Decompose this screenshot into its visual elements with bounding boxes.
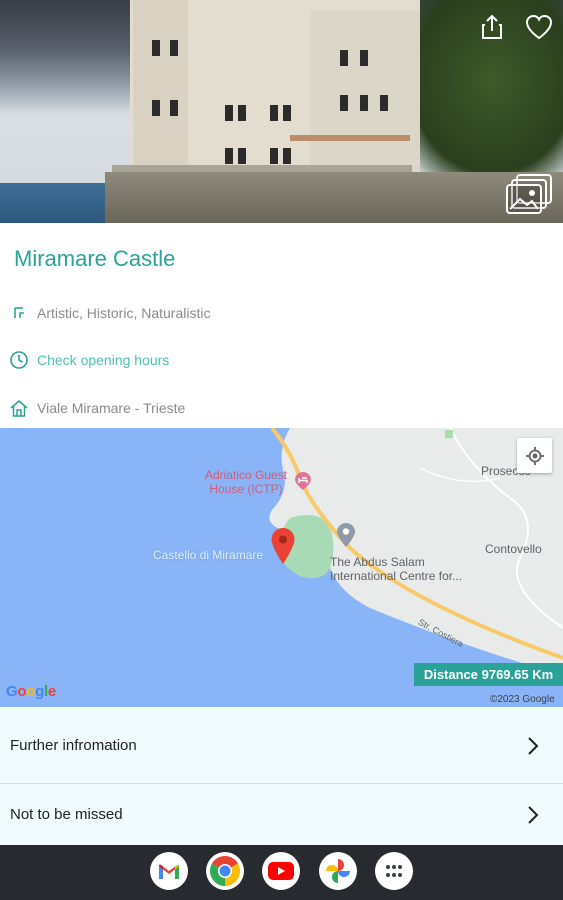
- share-icon: [482, 14, 502, 39]
- poi-pin-icon[interactable]: [337, 523, 355, 547]
- photos-app-icon[interactable]: [319, 852, 357, 890]
- chevron-right-icon: [513, 795, 553, 835]
- terrace: [290, 135, 410, 141]
- castle-window: [152, 100, 160, 116]
- heart-outline-icon: [525, 14, 553, 40]
- castle-window: [340, 50, 348, 66]
- not-to-be-missed-label: Not to be missed: [10, 806, 123, 823]
- place-title: Miramare Castle: [14, 246, 176, 271]
- app-drawer-icon[interactable]: [375, 852, 413, 890]
- further-information-row[interactable]: Further infromation: [0, 708, 563, 784]
- distance-badge: Distance 9769.65 Km: [414, 663, 563, 686]
- clock-icon: [8, 349, 30, 371]
- favorite-button[interactable]: [522, 10, 556, 44]
- hero-image[interactable]: [0, 0, 563, 223]
- castle-window: [340, 95, 348, 111]
- map-label-castello: Castello di Miramare: [153, 548, 264, 562]
- castle-window: [152, 40, 160, 56]
- chevron-right-icon: [513, 726, 553, 766]
- address-row: Viale Miramare - Trieste: [8, 396, 185, 420]
- green-patch: [445, 430, 453, 438]
- castle-window: [225, 148, 233, 164]
- map-label-contovello: Contovello: [485, 542, 542, 556]
- castle-tower: [133, 0, 188, 172]
- tag-icon: [8, 302, 30, 324]
- castle-window: [238, 105, 246, 121]
- castle-window: [270, 105, 278, 121]
- my-location-button[interactable]: [517, 438, 552, 473]
- address-text: Viale Miramare - Trieste: [37, 400, 186, 416]
- photo-gallery-icon: [506, 174, 552, 214]
- castle-wing: [310, 10, 420, 172]
- home-icon: [8, 397, 30, 419]
- crosshair-icon: [525, 446, 544, 465]
- categories-text: Artistic, Historic, Naturalistic: [37, 305, 211, 321]
- categories-row: Artistic, Historic, Naturalistic: [8, 301, 210, 325]
- opening-hours-link[interactable]: Check opening hours: [37, 352, 169, 368]
- youtube-app-icon[interactable]: [262, 852, 300, 890]
- gmail-app-icon[interactable]: [150, 852, 188, 890]
- map-label-guest-house[interactable]: Adriatico Guest House (ICTP): [203, 468, 289, 496]
- castle-window: [283, 105, 291, 121]
- castle-window: [170, 40, 178, 56]
- map-copyright: ©2023 Google: [490, 694, 555, 705]
- further-information-label: Further infromation: [10, 737, 137, 754]
- google-logo: Google: [6, 683, 56, 700]
- opening-hours-row[interactable]: Check opening hours: [8, 348, 169, 372]
- share-button[interactable]: [475, 10, 509, 44]
- sea-wall: [105, 172, 563, 223]
- map-label-abdus-salam[interactable]: The Abdus Salam International Centre for…: [330, 555, 462, 583]
- castle-window: [170, 100, 178, 116]
- photo-gallery-button[interactable]: [505, 173, 555, 215]
- not-to-be-missed-row[interactable]: Not to be missed: [0, 784, 563, 845]
- chrome-app-icon[interactable]: [206, 852, 244, 890]
- castle-window: [225, 105, 233, 121]
- castle-window: [283, 148, 291, 164]
- castle-window: [238, 148, 246, 164]
- location-marker-icon[interactable]: [271, 528, 295, 564]
- hotel-pin-icon[interactable]: [295, 472, 311, 490]
- castle-window: [380, 95, 388, 111]
- castle-window: [360, 50, 368, 66]
- castle-window: [270, 148, 278, 164]
- castle-window: [360, 95, 368, 111]
